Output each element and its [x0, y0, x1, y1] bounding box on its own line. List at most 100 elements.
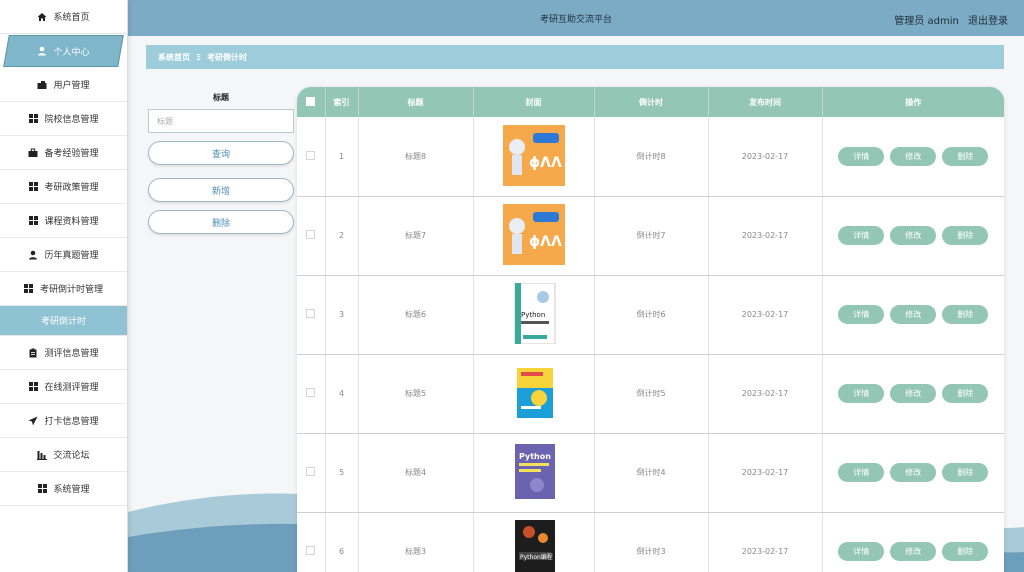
row-actions: 详情 修改 删除 — [822, 196, 1004, 276]
row-delete-button[interactable]: 删除 — [942, 542, 989, 561]
row-actions: 详情 修改 删除 — [822, 354, 1004, 434]
detail-button[interactable]: 详情 — [838, 146, 885, 166]
edit-button[interactable]: 修改 — [890, 305, 937, 324]
row-delete-button[interactable]: 删除 — [942, 463, 989, 482]
sidebar-item-policy[interactable]: 考研政策管理 — [0, 170, 127, 204]
row-actions: 详情 修改 删除 — [822, 117, 1004, 197]
row-countdown: 倒计时4 — [594, 433, 709, 513]
sidebar-item-assessment-info[interactable]: 测评信息管理 — [0, 336, 127, 370]
row-index: 5 — [325, 433, 359, 513]
search-panel: 标题 查询 新增 删除 — [148, 92, 294, 234]
edit-button[interactable]: 修改 — [890, 542, 937, 561]
grid-icon — [28, 182, 38, 192]
row-checkbox[interactable] — [306, 546, 316, 555]
row-select-cell[interactable] — [297, 196, 326, 276]
row-cover-cell: Python编程 — [473, 512, 595, 572]
sidebar-item-course[interactable]: 课程资料管理 — [0, 204, 127, 238]
column-header: 封面 — [473, 87, 595, 117]
row-actions: 详情 修改 删除 — [822, 433, 1004, 513]
top-bar: 考研互助交流平台 管理员 admin 退出登录 — [128, 0, 1024, 36]
sidebar-item-label: 院校信息管理 — [44, 115, 99, 125]
row-countdown: 倒计时3 — [594, 512, 709, 572]
sidebar-item-label: 课程资料管理 — [44, 217, 99, 227]
edit-button[interactable]: 修改 — [890, 226, 937, 245]
sidebar-item-label: 考研政策管理 — [44, 183, 99, 193]
grid-icon — [28, 216, 38, 226]
query-button[interactable]: 查询 — [148, 141, 294, 165]
sidebar-item-checkin[interactable]: 打卡信息管理 — [0, 404, 127, 438]
edit-button[interactable]: 修改 — [890, 463, 937, 482]
title-search-input[interactable] — [148, 109, 294, 133]
add-button[interactable]: 新增 — [148, 178, 294, 202]
detail-button[interactable]: 详情 — [838, 542, 885, 561]
row-select-cell[interactable] — [297, 117, 326, 197]
cover-image[interactable] — [503, 362, 565, 423]
edit-button[interactable]: 修改 — [890, 384, 937, 403]
select-all-checkbox[interactable] — [306, 96, 316, 106]
row-checkbox[interactable] — [306, 467, 316, 476]
row-index: 3 — [325, 275, 359, 355]
sidebar-subitem-countdown[interactable]: 考研倒计时 — [0, 306, 127, 336]
table-header-row: 索引 标题 封面 倒计时 发布时间 操作 — [297, 87, 1004, 117]
row-delete-button[interactable]: 删除 — [942, 305, 989, 324]
row-delete-button[interactable]: 删除 — [942, 226, 989, 245]
table-row: 4 标题5 倒计时5 2023-02-17 详情 修改 删除 — [297, 354, 1004, 434]
column-header[interactable]: 索引 — [325, 87, 359, 117]
cover-image[interactable]: ɸΛΛ — [502, 204, 565, 265]
row-index: 2 — [325, 196, 359, 276]
row-delete-button[interactable]: 删除 — [942, 146, 989, 166]
breadcrumb-home[interactable]: 系统首页 — [158, 52, 190, 63]
table-row: 6 标题3 Python编程 倒计时3 2023-02-17 详情 修改 删除 — [297, 512, 1004, 572]
row-select-cell[interactable] — [297, 433, 326, 513]
sidebar-item-system[interactable]: 系统管理 — [0, 472, 127, 506]
column-header[interactable]: 发布时间 — [708, 87, 823, 117]
row-cover-cell — [473, 354, 595, 434]
sidebar-item-label: 考研倒计时管理 — [39, 285, 103, 295]
select-all-header[interactable] — [297, 87, 326, 117]
row-select-cell[interactable] — [297, 512, 326, 572]
row-select-cell[interactable] — [297, 354, 326, 434]
row-actions: 详情 修改 删除 — [822, 512, 1004, 572]
sidebar-item-online-assessment[interactable]: 在线测评管理 — [0, 370, 127, 404]
sidebar-item-home[interactable]: 系统首页 — [0, 0, 127, 34]
sidebar-item-forum[interactable]: 交流论坛 — [0, 438, 127, 472]
column-header[interactable]: 倒计时 — [594, 87, 709, 117]
row-title: 标题8 — [358, 117, 474, 197]
cover-image[interactable]: Python编程 — [503, 520, 565, 572]
user-name: 管理员 admin — [894, 16, 959, 27]
cover-image[interactable]: Python — [503, 441, 565, 502]
cover-image[interactable]: ɸΛΛ — [502, 124, 565, 186]
home-icon — [37, 12, 47, 22]
column-header[interactable]: 标题 — [358, 87, 474, 117]
grid-icon — [28, 114, 38, 124]
sidebar-item-countdown-manage[interactable]: 考研倒计时管理 — [0, 272, 127, 306]
delete-button[interactable]: 删除 — [148, 210, 294, 234]
detail-button[interactable]: 详情 — [838, 384, 885, 403]
cover-image[interactable]: Python — [503, 282, 565, 345]
user-icon — [28, 250, 38, 260]
detail-button[interactable]: 详情 — [838, 226, 885, 245]
sidebar-item-exams[interactable]: 历年真题管理 — [0, 238, 127, 272]
detail-button[interactable]: 详情 — [838, 305, 885, 324]
search-label: 标题 — [213, 93, 229, 102]
sidebar-item-label: 系统管理 — [53, 485, 90, 495]
logout-link[interactable]: 退出登录 — [968, 16, 1008, 27]
sidebar-item-users[interactable]: 用户管理 — [0, 68, 127, 102]
row-checkbox[interactable] — [306, 309, 316, 318]
edit-button[interactable]: 修改 — [890, 146, 937, 166]
detail-button[interactable]: 详情 — [838, 463, 885, 482]
row-select-cell[interactable] — [297, 275, 326, 355]
grid-icon — [37, 484, 47, 494]
row-title: 标题3 — [358, 512, 474, 572]
row-countdown: 倒计时5 — [594, 354, 709, 434]
sidebar-item-profile[interactable]: 个人中心 — [0, 34, 127, 68]
row-delete-button[interactable]: 删除 — [942, 384, 989, 403]
row-checkbox[interactable] — [306, 150, 316, 160]
sidebar-item-label: 个人中心 — [53, 47, 90, 58]
sidebar-item-label: 系统首页 — [53, 13, 90, 23]
sidebar-item-schools[interactable]: 院校信息管理 — [0, 102, 127, 136]
row-checkbox[interactable] — [306, 230, 316, 239]
sidebar-item-experience[interactable]: 备考经验管理 — [0, 136, 127, 170]
row-checkbox[interactable] — [306, 388, 316, 397]
sidebar-item-label: 考研倒计时 — [40, 317, 86, 327]
